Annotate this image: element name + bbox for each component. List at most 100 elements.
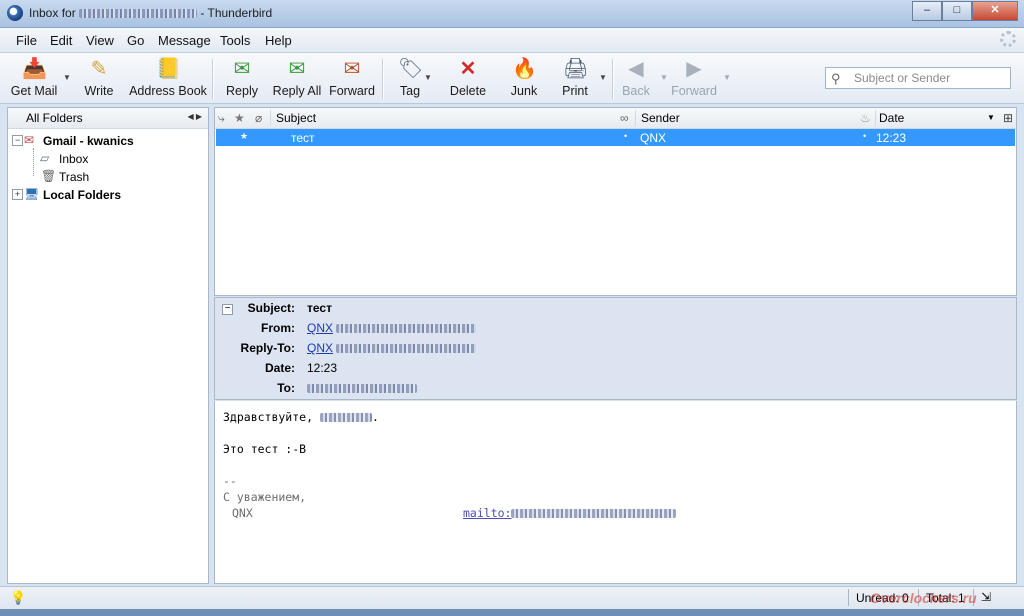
folder-inbox[interactable]: ▱ Inbox: [8, 150, 208, 168]
get-mail-icon: 📥: [22, 58, 47, 80]
status-separator: [848, 589, 849, 606]
column-picker-icon[interactable]: ⊞: [1003, 111, 1013, 125]
junk-button[interactable]: 🔥 Junk: [508, 57, 540, 101]
read-column-icon[interactable]: ∞: [620, 111, 629, 125]
from-name[interactable]: QNX: [307, 321, 333, 335]
body-greeting: Здравствуйте,: [223, 410, 314, 424]
title-bar[interactable]: Inbox for - Thunderbird – □ ✕: [0, 0, 1024, 28]
header-from-row: From: QNX: [215, 318, 1005, 338]
tag-label: Tag: [399, 84, 421, 98]
junk-column-icon[interactable]: ♨: [860, 111, 871, 125]
reply-all-button[interactable]: ✉ Reply All: [272, 57, 322, 101]
print-label: Print: [562, 84, 588, 98]
address-book-label: Address Book: [129, 84, 207, 98]
folder-trash[interactable]: 🗑 Trash: [8, 168, 208, 186]
thunderbird-window: Inbox for - Thunderbird – □ ✕ File Edit …: [0, 0, 1024, 616]
minimize-button[interactable]: –: [912, 1, 942, 21]
forward-mail-icon: ✉: [343, 58, 361, 80]
printer-icon: 🖨: [563, 58, 589, 80]
reply-all-icon: ✉: [288, 58, 306, 80]
folder-account-gmail[interactable]: − ✉ Gmail - kwanics: [8, 132, 208, 150]
delete-button[interactable]: ✕ Delete: [448, 57, 488, 101]
account-name: Gmail - kwanics: [43, 134, 134, 148]
resize-grip-icon[interactable]: ⇲: [981, 590, 991, 604]
menu-tools[interactable]: Tools: [220, 33, 250, 48]
search-icon: ⚲: [831, 71, 841, 86]
collapse-toggle-icon[interactable]: −: [12, 135, 23, 146]
sort-descending-icon[interactable]: ▼: [987, 113, 995, 122]
folder-pane: All Folders ◀ ▶ − ✉ Gmail - kwanics ▱ In…: [7, 107, 209, 584]
junk-status-icon[interactable]: •: [863, 131, 866, 141]
signature-name: QNX: [232, 506, 253, 520]
menu-view[interactable]: View: [86, 33, 114, 48]
read-status-icon[interactable]: •: [624, 131, 627, 141]
reply-to-value[interactable]: QNX: [307, 341, 477, 355]
star-column-icon[interactable]: ★: [234, 111, 245, 125]
forward-nav-label: Forward: [671, 84, 717, 98]
menu-file[interactable]: File: [16, 33, 37, 48]
address-book-button[interactable]: 📒 Address Book: [128, 57, 208, 101]
header-to-row: To:: [215, 378, 1005, 398]
back-dropdown-icon[interactable]: ▼: [660, 73, 668, 82]
back-label: Back: [622, 84, 650, 98]
print-dropdown-icon[interactable]: ▼: [599, 73, 607, 82]
write-button[interactable]: ✎ Write: [80, 57, 118, 101]
signature-mailto[interactable]: mailto:: [463, 506, 677, 520]
message-list: ⤷ ★ ⌀ Subject ∞ Sender ♨ Date ▼ ⊞ ★ тест…: [214, 107, 1017, 296]
folder-pane-header[interactable]: All Folders ◀ ▶: [8, 108, 208, 129]
folder-view-switch-icon[interactable]: ◀ ▶: [187, 112, 202, 121]
attachment-column-icon[interactable]: ⌀: [255, 111, 262, 125]
column-separator: [270, 110, 271, 126]
watermark-logo: Overclockers.ru: [870, 590, 977, 606]
account-mail-icon: ✉: [24, 133, 35, 147]
reply-button[interactable]: ✉ Reply: [222, 57, 262, 101]
forward-arrow-icon: ▶: [686, 58, 702, 80]
body-greeting-line: Здравствуйте, .: [223, 410, 379, 424]
redacted-reply-to-email: [336, 344, 477, 354]
menu-message[interactable]: Message: [158, 33, 211, 48]
forward-nav-button[interactable]: ▶ Forward: [670, 57, 718, 101]
to-value[interactable]: [307, 381, 417, 395]
inbox-tray-icon: ▱: [40, 151, 50, 165]
message-list-header: ⤷ ★ ⌀ Subject ∞ Sender ♨ Date ▼ ⊞: [215, 108, 1016, 129]
write-label: Write: [84, 84, 114, 98]
back-button[interactable]: ◀ Back: [620, 57, 652, 101]
menu-edit[interactable]: Edit: [50, 33, 72, 48]
expand-toggle-icon[interactable]: +: [12, 189, 23, 200]
table-row[interactable]: ★ тест • QNX • 12:23: [216, 129, 1015, 146]
maximize-button[interactable]: □: [942, 1, 972, 21]
menu-help[interactable]: Help: [265, 33, 292, 48]
lightbulb-icon[interactable]: 💡: [10, 590, 26, 606]
tag-dropdown-icon[interactable]: ▼: [424, 73, 432, 82]
forward-button[interactable]: ✉ Forward: [328, 57, 376, 101]
window-title-suffix: - Thunderbird: [200, 6, 273, 20]
tag-button[interactable]: 🏷 Tag: [394, 57, 426, 101]
delete-label: Delete: [449, 84, 487, 98]
forward-nav-dropdown-icon[interactable]: ▼: [723, 73, 731, 82]
from-value[interactable]: QNX: [307, 321, 477, 335]
subject-column-header[interactable]: Subject: [276, 111, 316, 125]
star-cell-icon[interactable]: ★: [240, 131, 248, 142]
back-arrow-icon: ◀: [628, 58, 644, 80]
forward-label: Forward: [329, 84, 375, 98]
sender-column-header[interactable]: Sender: [641, 111, 680, 125]
folder-local-folders[interactable]: + 🖥 Local Folders: [8, 186, 208, 204]
tag-icon: 🏷: [398, 58, 424, 80]
date-column-header[interactable]: Date: [879, 111, 904, 125]
get-mail-button[interactable]: 📥 Get Mail: [10, 57, 58, 101]
pencil-icon: ✎: [90, 58, 108, 80]
print-button[interactable]: 🖨 Print: [558, 57, 592, 101]
search-input[interactable]: ⚲ Subject or Sender: [825, 67, 1011, 89]
header-reply-to-row: Reply-To: QNX: [215, 338, 1005, 358]
mailto-link[interactable]: mailto:: [463, 506, 511, 520]
menu-go[interactable]: Go: [127, 33, 144, 48]
body-line-2: Это тест :-B: [223, 442, 307, 456]
reply-icon: ✉: [233, 58, 251, 80]
redacted-email: [79, 9, 198, 19]
redacted-to-email: [307, 384, 417, 394]
reply-to-name[interactable]: QNX: [307, 341, 333, 355]
close-button[interactable]: ✕: [972, 1, 1018, 21]
header-subject-row: Subject: тест: [215, 298, 1005, 318]
thread-column-icon[interactable]: ⤷: [218, 111, 225, 126]
get-mail-dropdown-icon[interactable]: ▼: [63, 73, 71, 82]
